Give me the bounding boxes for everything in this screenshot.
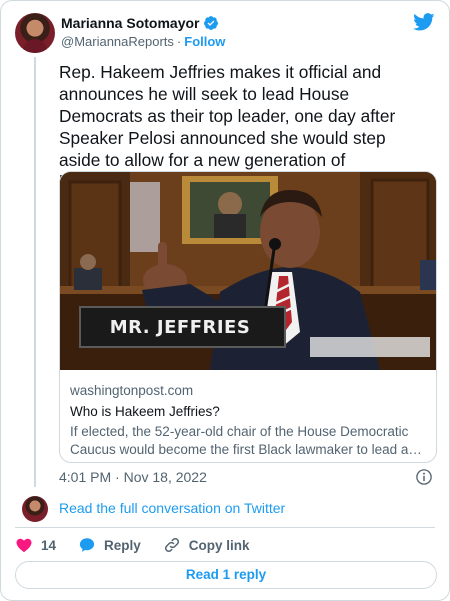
reply-label: Reply (104, 537, 141, 553)
read-replies-button[interactable]: Read 1 reply (15, 561, 437, 589)
read-full-conversation-link[interactable]: Read the full conversation on Twitter (59, 500, 285, 516)
author-name-row: Marianna Sotomayor (61, 15, 219, 31)
link-preview-image: MR. JEFFRIES (60, 172, 436, 370)
link-icon (164, 537, 179, 553)
link-description: If elected, the 52-year-old chair of the… (70, 424, 409, 457)
action-bar: 14 Reply Copy link (15, 535, 272, 555)
author-handle-row: @MariannaReports · Follow (61, 34, 225, 49)
like-button[interactable]: 14 (15, 536, 56, 554)
link-domain: washingtonpost.com (70, 383, 194, 398)
divider (15, 527, 435, 528)
embedded-tweet-card: Marianna Sotomayor @MariannaReports · Foll… (0, 0, 450, 601)
author-handle[interactable]: @MariannaReports (61, 34, 174, 49)
copy-link-button[interactable]: Copy link (163, 536, 250, 554)
like-count: 14 (41, 537, 57, 553)
copy-link-label: Copy link (188, 537, 250, 553)
separator: · (176, 34, 182, 49)
verified-badge-icon (204, 16, 219, 30)
author-avatar-small[interactable] (22, 496, 48, 522)
link-preview-card[interactable]: MR. JEFFRIES washingtonpost.com Who is H… (59, 171, 437, 463)
link-meta: washingtonpost.com Who is Hakeem Jeffrie… (70, 382, 430, 459)
twitter-bird-icon[interactable] (413, 13, 435, 31)
nameplate-text: MR. JEFFRIES (109, 317, 251, 338)
reply-bubble-icon (79, 538, 95, 552)
info-icon[interactable] (415, 468, 433, 486)
thread-line (34, 57, 36, 487)
tweet-timestamp[interactable]: 4:01 PM · Nov 18, 2022 (59, 469, 207, 485)
follow-button[interactable]: Follow (184, 34, 225, 49)
author-name[interactable]: Marianna Sotomayor (61, 15, 199, 31)
heart-icon (16, 538, 32, 553)
reply-button[interactable]: Reply (78, 536, 141, 554)
link-title[interactable]: Who is Hakeem Jeffries? (70, 402, 430, 421)
author-avatar[interactable] (15, 13, 55, 53)
